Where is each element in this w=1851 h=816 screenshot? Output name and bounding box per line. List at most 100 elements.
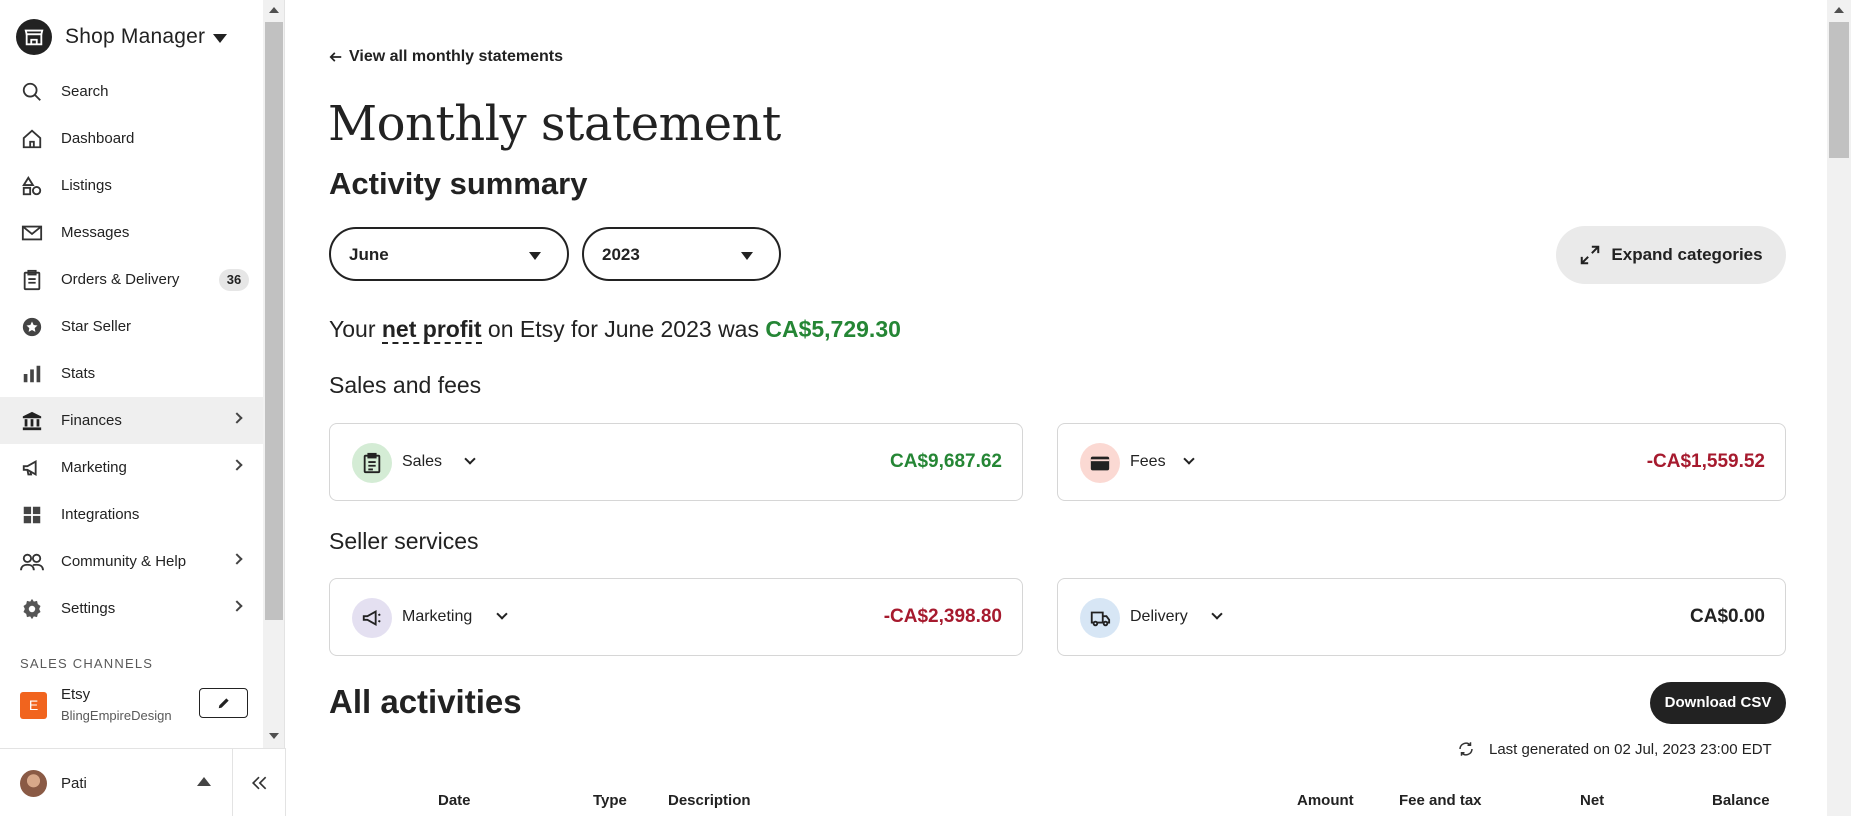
sidebar-item-label: Finances bbox=[61, 412, 122, 429]
chevron-down-icon bbox=[1211, 608, 1223, 620]
delivery-card[interactable]: Delivery CA$0.00 bbox=[1057, 578, 1786, 656]
pencil-icon bbox=[218, 698, 229, 709]
chevron-right-icon bbox=[231, 412, 243, 424]
scroll-up-arrow-icon[interactable] bbox=[269, 7, 279, 13]
fees-card[interactable]: Fees -CA$1,559.52 bbox=[1057, 423, 1786, 501]
sidebar-item-marketing[interactable]: Marketing bbox=[0, 444, 263, 491]
chevron-down-icon bbox=[464, 453, 476, 465]
sidebar-item-orders-delivery[interactable]: Orders & Delivery 36 bbox=[0, 256, 263, 303]
chevron-right-icon bbox=[231, 459, 243, 471]
column-header-description[interactable]: Description bbox=[668, 792, 751, 809]
sales-label: Sales bbox=[402, 453, 443, 470]
sidebar-item-dashboard[interactable]: Dashboard bbox=[0, 115, 263, 162]
envelope-icon bbox=[20, 221, 44, 245]
channel-name: Etsy bbox=[61, 686, 91, 703]
sidebar-nav: Shop Manager Search Dashboard Listings M… bbox=[0, 0, 263, 748]
seller-services-heading: Seller services bbox=[329, 528, 479, 554]
year-select[interactable]: 2023 bbox=[582, 227, 781, 281]
dropdown-arrow-icon bbox=[741, 252, 753, 260]
sidebar-scrollbar[interactable] bbox=[263, 0, 285, 748]
chevron-right-icon bbox=[231, 553, 243, 565]
sidebar-footer: Pati bbox=[0, 748, 286, 816]
orders-count-badge: 36 bbox=[219, 269, 249, 291]
user-name[interactable]: Pati bbox=[61, 775, 87, 792]
sidebar-item-label: Orders & Delivery bbox=[61, 271, 180, 288]
column-header-amount[interactable]: Amount bbox=[1297, 792, 1354, 809]
sidebar-item-label: Marketing bbox=[61, 459, 127, 476]
page-scroll-thumb[interactable] bbox=[1829, 22, 1849, 158]
net-profit-term[interactable]: net profit bbox=[381, 316, 482, 344]
card-payment-icon bbox=[1080, 443, 1120, 483]
page-title: Monthly statement bbox=[328, 96, 781, 152]
clipboard-icon bbox=[20, 268, 44, 292]
search-icon bbox=[20, 80, 44, 104]
main-content: View all monthly statements Monthly stat… bbox=[287, 0, 1827, 816]
page-scrollbar[interactable] bbox=[1827, 0, 1851, 816]
fees-label: Fees bbox=[1130, 453, 1166, 470]
sidebar-item-settings[interactable]: Settings bbox=[0, 585, 263, 632]
sidebar-item-messages[interactable]: Messages bbox=[0, 209, 263, 256]
sales-channel-etsy[interactable]: E Etsy BlingEmpireDesign bbox=[0, 682, 263, 732]
sales-card[interactable]: Sales CA$9,687.62 bbox=[329, 423, 1023, 501]
download-csv-button[interactable]: Download CSV bbox=[1650, 682, 1786, 724]
sidebar: Shop Manager Search Dashboard Listings M… bbox=[0, 0, 286, 816]
chevron-down-icon bbox=[1183, 453, 1195, 465]
sidebar-item-stats[interactable]: Stats bbox=[0, 350, 263, 397]
marketing-label: Marketing bbox=[402, 608, 473, 625]
sidebar-item-community-help[interactable]: Community & Help bbox=[0, 538, 263, 585]
bar-chart-icon bbox=[20, 362, 44, 386]
refresh-icon[interactable] bbox=[1457, 740, 1475, 758]
column-header-net[interactable]: Net bbox=[1580, 792, 1604, 809]
double-chevron-left-icon bbox=[251, 776, 267, 790]
scroll-down-arrow-icon[interactable] bbox=[269, 733, 279, 739]
avatar[interactable] bbox=[20, 770, 47, 797]
channel-shop-name: BlingEmpireDesign bbox=[61, 708, 172, 723]
sidebar-scroll-thumb[interactable] bbox=[265, 22, 283, 620]
sidebar-item-search[interactable]: Search bbox=[0, 68, 263, 115]
sidebar-item-label: Community & Help bbox=[61, 553, 187, 570]
sidebar-item-integrations[interactable]: Integrations bbox=[0, 491, 263, 538]
expand-categories-button[interactable]: Expand categories bbox=[1556, 226, 1786, 284]
sidebar-item-label: Stats bbox=[61, 365, 96, 382]
sidebar-item-star-seller[interactable]: Star Seller bbox=[0, 303, 263, 350]
shop-logo-icon bbox=[16, 19, 52, 55]
divider bbox=[232, 749, 233, 816]
column-header-balance[interactable]: Balance bbox=[1712, 792, 1770, 809]
chevron-down-icon bbox=[496, 608, 508, 620]
year-select-value: 2023 bbox=[602, 245, 640, 264]
bank-icon bbox=[20, 409, 44, 433]
home-icon bbox=[20, 127, 44, 151]
view-all-statements-link[interactable]: View all monthly statements bbox=[329, 48, 563, 66]
caret-up-icon[interactable] bbox=[197, 777, 211, 786]
marketing-card[interactable]: Marketing -CA$2,398.80 bbox=[329, 578, 1023, 656]
chevron-right-icon bbox=[231, 600, 243, 612]
column-header-type[interactable]: Type bbox=[593, 792, 627, 809]
month-select[interactable]: June bbox=[329, 227, 569, 281]
month-select-value: June bbox=[349, 245, 389, 264]
column-header-fee-tax[interactable]: Fee and tax bbox=[1399, 792, 1482, 809]
activity-summary-heading: Activity summary bbox=[329, 166, 588, 201]
profit-middle: on Etsy for June 2023 was bbox=[481, 316, 766, 342]
column-header-date[interactable]: Date bbox=[438, 792, 471, 809]
sidebar-item-listings[interactable]: Listings bbox=[0, 162, 263, 209]
back-link-label: View all monthly statements bbox=[349, 48, 563, 65]
megaphone-icon bbox=[352, 598, 392, 638]
fees-amount: -CA$1,559.52 bbox=[1646, 451, 1765, 472]
profit-prefix: Your bbox=[329, 316, 382, 342]
scroll-up-arrow-icon[interactable] bbox=[1834, 7, 1844, 13]
last-generated-info: Last generated on 02 Jul, 2023 23:00 EDT bbox=[1457, 740, 1772, 758]
collapse-sidebar-button[interactable] bbox=[247, 771, 271, 795]
sales-and-fees-heading: Sales and fees bbox=[329, 372, 482, 398]
expand-icon bbox=[1581, 245, 1600, 265]
marketing-amount: -CA$2,398.80 bbox=[883, 606, 1002, 627]
delivery-amount: CA$0.00 bbox=[1690, 606, 1765, 627]
megaphone-icon bbox=[20, 456, 44, 480]
sidebar-item-label: Search bbox=[61, 83, 109, 100]
clipboard-icon bbox=[352, 443, 392, 483]
shop-manager-switcher[interactable]: Shop Manager bbox=[16, 17, 228, 57]
sidebar-item-finances[interactable]: Finances bbox=[0, 397, 263, 444]
edit-channel-button[interactable] bbox=[199, 688, 248, 718]
delivery-label: Delivery bbox=[1130, 608, 1188, 625]
sales-amount: CA$9,687.62 bbox=[890, 451, 1002, 472]
caret-down-icon bbox=[213, 33, 228, 43]
